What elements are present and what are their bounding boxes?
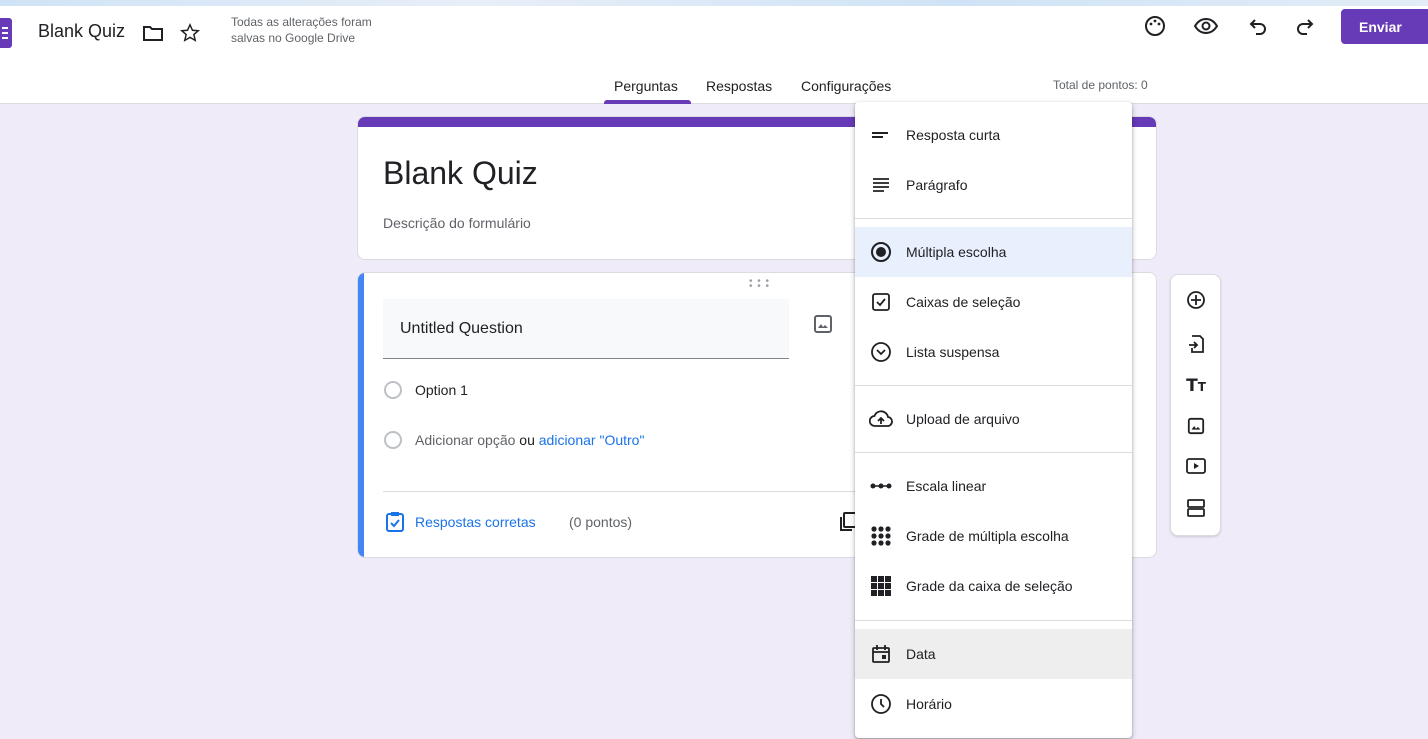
grid-squares-icon (869, 574, 893, 598)
menu-item-label: Parágrafo (906, 177, 968, 193)
menu-divider (855, 452, 1132, 453)
eye-icon[interactable] (1193, 14, 1219, 38)
menu-item-time[interactable]: Horário (855, 679, 1132, 729)
add-video-icon[interactable] (1185, 455, 1207, 477)
tab-questions[interactable]: Perguntas (614, 78, 678, 94)
menu-item-label: Escala linear (906, 478, 987, 494)
divider (383, 491, 873, 492)
menu-divider (855, 218, 1132, 219)
menu-item-short-answer[interactable]: Resposta curta (855, 110, 1132, 160)
paragraph-icon (869, 173, 893, 197)
menu-divider (855, 385, 1132, 386)
menu-item-label: Resposta curta (906, 127, 1001, 143)
form-description[interactable]: Descrição do formulário (383, 215, 531, 231)
drag-handle-icon[interactable]: • • • • • • (749, 277, 770, 292)
answer-key-button[interactable]: Respostas corretas (415, 514, 536, 530)
palette-icon[interactable] (1143, 14, 1167, 38)
form-title[interactable]: Blank Quiz (383, 155, 538, 192)
menu-item-checkbox-grid[interactable]: Grade da caixa de seleção (855, 561, 1132, 611)
menu-item-label: Upload de arquivo (906, 411, 1020, 427)
short-answer-icon (869, 123, 893, 147)
send-button[interactable]: Enviar (1341, 9, 1428, 44)
menu-divider (855, 620, 1132, 621)
floating-toolbar: TT (1170, 274, 1221, 536)
tab-responses[interactable]: Respostas (706, 78, 772, 94)
question-type-menu: Resposta curta Parágrafo Múltipla escolh… (855, 102, 1132, 738)
active-tab-indicator (604, 100, 691, 104)
question-points: (0 pontos) (569, 514, 633, 530)
undo-icon[interactable] (1246, 14, 1270, 38)
menu-item-label: Caixas de seleção (906, 294, 1021, 310)
tab-settings[interactable]: Configurações (801, 78, 891, 94)
radio-icon[interactable] (384, 381, 402, 399)
radio-icon (869, 240, 893, 264)
radio-icon (384, 431, 402, 449)
total-points: Total de pontos: 0 (1053, 78, 1148, 92)
menu-item-label: Lista suspensa (906, 344, 1000, 360)
menu-item-linear-scale[interactable]: Escala linear (855, 461, 1132, 511)
add-option-row: Adicionar opção ou adicionar "Outro" (415, 432, 644, 448)
grid-dots-icon (869, 524, 893, 548)
answer-key-icon[interactable] (384, 511, 406, 533)
save-status: Todas as alterações foram salvas no Goog… (231, 15, 372, 45)
menu-item-label: Horário (906, 696, 952, 712)
menu-item-label: Múltipla escolha (906, 244, 1007, 260)
checkbox-icon (869, 290, 893, 314)
menu-item-date[interactable]: Data (855, 629, 1132, 679)
menu-item-label: Data (906, 646, 936, 662)
menu-item-label: Grade da caixa de seleção (906, 578, 1073, 594)
menu-item-mc-grid[interactable]: Grade de múltipla escolha (855, 511, 1132, 561)
option-label[interactable]: Option 1 (415, 382, 468, 398)
add-option-link[interactable]: Adicionar opção (415, 432, 515, 448)
redo-icon[interactable] (1293, 14, 1317, 38)
top-bar: Blank Quiz Todas as alterações foram sal… (0, 0, 1428, 104)
menu-item-label: Grade de múltipla escolha (906, 528, 1069, 544)
doc-title[interactable]: Blank Quiz (38, 21, 125, 42)
calendar-icon (869, 642, 893, 666)
active-question-bar (358, 273, 364, 557)
forms-app-icon[interactable] (0, 18, 12, 48)
star-icon[interactable] (179, 22, 201, 44)
add-question-icon[interactable] (1185, 289, 1207, 311)
top-strip (0, 0, 1428, 6)
import-questions-icon[interactable] (1185, 333, 1207, 355)
add-image-icon[interactable] (1185, 415, 1207, 437)
menu-item-multiple-choice[interactable]: Múltipla escolha (855, 227, 1132, 277)
question-title-input[interactable]: Untitled Question (383, 299, 789, 359)
add-title-icon[interactable]: TT (1185, 375, 1207, 397)
add-image-icon[interactable] (812, 313, 834, 335)
cloud-upload-icon (869, 407, 893, 431)
menu-item-paragraph[interactable]: Parágrafo (855, 160, 1132, 210)
dropdown-icon (869, 340, 893, 364)
menu-item-dropdown[interactable]: Lista suspensa (855, 327, 1132, 377)
menu-item-file-upload[interactable]: Upload de arquivo (855, 394, 1132, 444)
clock-icon (869, 692, 893, 716)
menu-item-checkboxes[interactable]: Caixas de seleção (855, 277, 1132, 327)
linear-scale-icon (869, 474, 893, 498)
add-section-icon[interactable] (1185, 497, 1207, 519)
add-other-link[interactable]: adicionar "Outro" (539, 432, 645, 448)
folder-icon[interactable] (143, 24, 163, 42)
or-text: ou (519, 432, 535, 448)
question-title: Untitled Question (400, 320, 523, 337)
